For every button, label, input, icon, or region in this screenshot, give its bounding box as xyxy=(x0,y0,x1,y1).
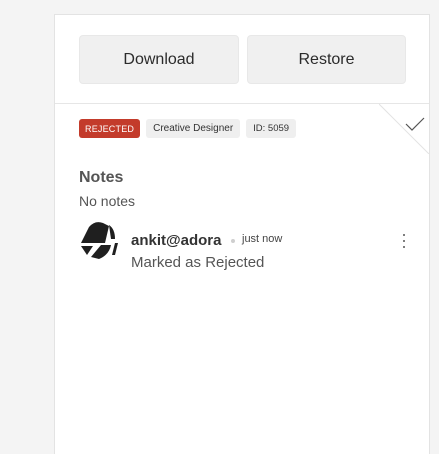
notes-heading: Notes xyxy=(79,169,124,186)
candidate-detail-panel: Download Restore REJECTED Creative Desig… xyxy=(54,14,430,454)
selection-corner[interactable] xyxy=(379,104,429,154)
restore-button[interactable]: Restore xyxy=(247,35,406,84)
activity-time: just now xyxy=(242,233,283,245)
status-badge: REJECTED xyxy=(79,119,141,138)
separator-dot xyxy=(231,239,235,243)
avatar-logo xyxy=(81,222,118,259)
id-badge: ID: 5059 xyxy=(246,119,297,138)
activity-user: ankit@adora xyxy=(131,232,222,249)
download-button[interactable]: Download xyxy=(79,35,239,84)
role-badge: Creative Designer xyxy=(146,119,241,138)
notes-value: No notes xyxy=(79,193,136,209)
activity-item: ankit@adora just now Marked as Rejected xyxy=(79,221,409,271)
more-vertical-icon[interactable] xyxy=(399,234,409,248)
check-icon xyxy=(379,104,429,154)
activity-text: Marked as Rejected xyxy=(131,254,265,271)
candidate-tags: REJECTED Creative Designer ID: 5059 xyxy=(79,119,297,138)
avatar xyxy=(79,221,119,261)
action-bar: Download Restore xyxy=(55,15,429,104)
